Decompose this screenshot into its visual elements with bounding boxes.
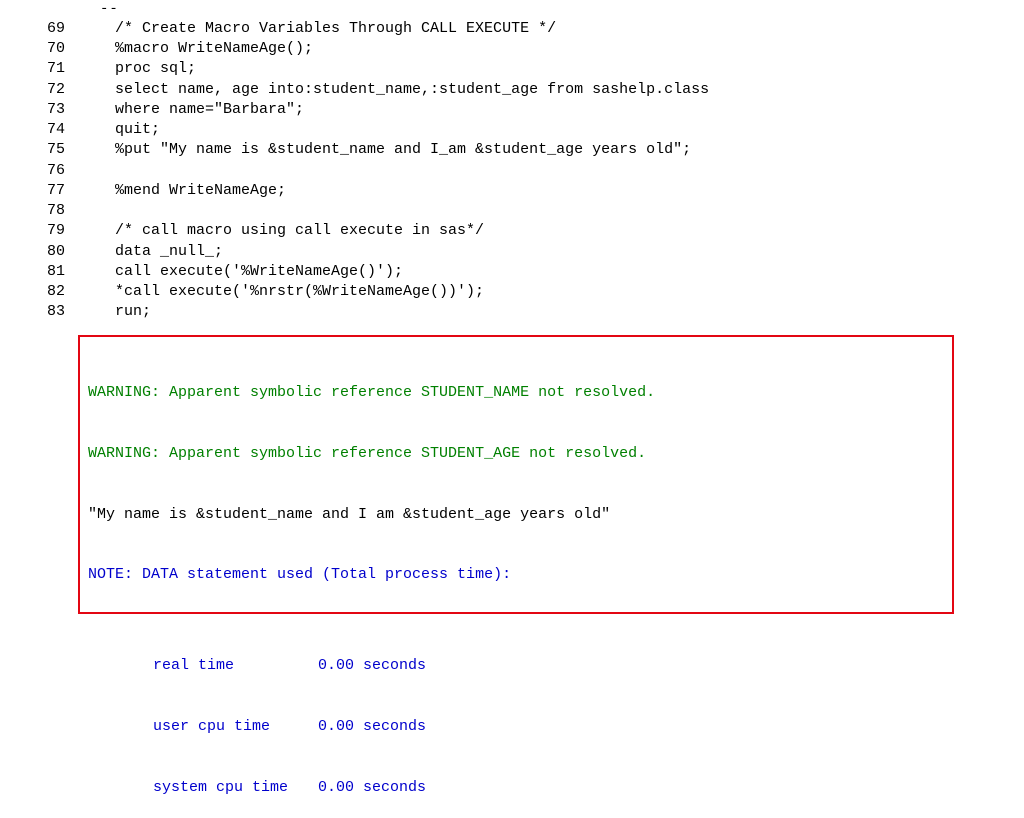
code-content: select name, age into:student_name,:stud… (115, 80, 1024, 100)
timing-value: 0.00 seconds (318, 778, 1024, 798)
code-line: 81 call execute('%WriteNameAge()'); (0, 262, 1024, 282)
code-line: 82 *call execute('%nrstr(%WriteNameAge()… (0, 282, 1024, 302)
timing-value: 0.00 seconds (318, 717, 1024, 737)
code-line: 77 %mend WriteNameAge; (0, 181, 1024, 201)
code-content: /* Create Macro Variables Through CALL E… (115, 19, 1024, 39)
line-number: 80 (0, 242, 115, 262)
code-line: 69 /* Create Macro Variables Through CAL… (0, 19, 1024, 39)
line-number: 76 (0, 161, 115, 181)
code-line: 78 (0, 201, 1024, 221)
timing-label: user cpu time (153, 717, 318, 737)
line-number: 78 (0, 201, 115, 221)
code-content (115, 201, 1024, 221)
log-output-box: WARNING: Apparent symbolic reference STU… (78, 335, 954, 614)
line-number: 70 (0, 39, 115, 59)
line-number: 81 (0, 262, 115, 282)
line-number: 77 (0, 181, 115, 201)
code-line: 71 proc sql; (0, 59, 1024, 79)
line-number: 83 (0, 302, 115, 322)
log-warning-line: WARNING: Apparent symbolic reference STU… (88, 383, 944, 403)
code-line: 79 /* call macro using call execute in s… (0, 221, 1024, 241)
prior-line-fragment: -- (100, 0, 1024, 19)
code-block: 69 /* Create Macro Variables Through CAL… (0, 19, 1024, 327)
timing-value: 0.00 seconds (318, 656, 1024, 676)
code-line: 75 %put "My name is &student_name and I_… (0, 140, 1024, 160)
code-line: 70 %macro WriteNameAge(); (0, 39, 1024, 59)
code-line: 83 run; (0, 302, 1024, 322)
code-content: where name="Barbara"; (115, 100, 1024, 120)
code-content: %put "My name is &student_name and I_am … (115, 140, 1024, 160)
code-line: 76 (0, 161, 1024, 181)
code-content: quit; (115, 120, 1024, 140)
code-content: *call execute('%nrstr(%WriteNameAge())')… (115, 282, 1024, 302)
log-note-line: NOTE: DATA statement used (Total process… (88, 565, 944, 585)
timing-row: user cpu time 0.00 seconds (88, 717, 1024, 737)
code-content: run; (115, 302, 1024, 322)
code-content: %mend WriteNameAge; (115, 181, 1024, 201)
code-line: 80 data _null_; (0, 242, 1024, 262)
code-content: %macro WriteNameAge(); (115, 39, 1024, 59)
log-message-line: "My name is &student_name and I am &stud… (88, 505, 944, 525)
line-number: 73 (0, 100, 115, 120)
timing-label: real time (153, 656, 318, 676)
line-number: 82 (0, 282, 115, 302)
log-warning-line: WARNING: Apparent symbolic reference STU… (88, 444, 944, 464)
code-content: call execute('%WriteNameAge()'); (115, 262, 1024, 282)
code-content: /* call macro using call execute in sas*… (115, 221, 1024, 241)
timing-row: real time 0.00 seconds (88, 656, 1024, 676)
line-number: 72 (0, 80, 115, 100)
code-content: proc sql; (115, 59, 1024, 79)
code-line: 74 quit; (0, 120, 1024, 140)
timing-label: system cpu time (153, 778, 318, 798)
line-number: 69 (0, 19, 115, 39)
line-number: 79 (0, 221, 115, 241)
code-line: 73 where name="Barbara"; (0, 100, 1024, 120)
line-number: 71 (0, 59, 115, 79)
log-timing-block: real time 0.00 seconds user cpu time 0.0… (88, 616, 1024, 818)
line-number: 74 (0, 120, 115, 140)
code-content (115, 161, 1024, 181)
code-line: 72 select name, age into:student_name,:s… (0, 80, 1024, 100)
line-number: 75 (0, 140, 115, 160)
code-content: data _null_; (115, 242, 1024, 262)
timing-row: system cpu time 0.00 seconds (88, 778, 1024, 798)
